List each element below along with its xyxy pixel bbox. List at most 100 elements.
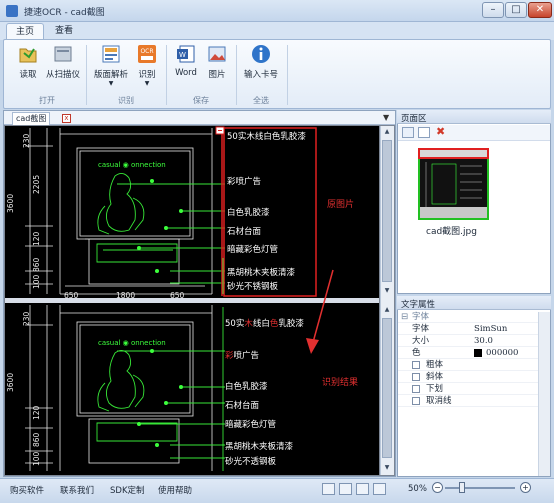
document-tab-close-icon[interactable]: x (62, 114, 71, 123)
properties-title: 文字属性 (401, 300, 436, 310)
bold-checkbox[interactable] (412, 361, 420, 369)
zoom-level: 50% (408, 484, 427, 494)
image-label: 图片 (208, 70, 226, 80)
strikethrough-row[interactable]: 取消线 (398, 395, 550, 407)
view-original-icon[interactable] (356, 483, 369, 495)
group-label-recognize: 识别 (118, 96, 134, 105)
bold-row[interactable]: 粗体 (398, 359, 550, 371)
result-text: 暗藏彩色灯管 (225, 420, 277, 430)
recognize-label: 识别 (138, 70, 156, 80)
enter-key-button[interactable]: 输入卡号 (240, 43, 282, 87)
collapse-icon[interactable]: ⊟ (401, 311, 408, 323)
result-label: 识别结果 (322, 378, 359, 388)
sdk-custom-link[interactable]: SDK定制 (110, 484, 145, 496)
font-value[interactable]: SimSun (474, 323, 507, 335)
read-button[interactable]: 读取 (12, 43, 44, 87)
properties-section[interactable]: ⊟ 字体 (398, 311, 550, 323)
tab-view[interactable]: 查看 (46, 23, 82, 40)
view-split-icon[interactable] (339, 483, 352, 495)
zoom-slider[interactable] (445, 487, 515, 489)
maximize-button[interactable]: □ (505, 2, 527, 18)
layout-analysis-button[interactable]: 版面解析 ▼ (92, 43, 130, 87)
result-text-part: 线白 (252, 319, 270, 329)
properties-scrollbar[interactable] (538, 312, 550, 476)
layout-label: 版面解析 (93, 70, 128, 80)
leader-dot (164, 401, 168, 405)
leader-dot (164, 226, 168, 230)
property-row[interactable]: 色 000000 ▼ (398, 347, 550, 359)
tab-home[interactable]: 主页 (6, 23, 45, 40)
underline-row[interactable]: 下划 (398, 383, 550, 395)
scroll-down-icon[interactable]: ▼ (382, 464, 392, 473)
scroll-down-icon[interactable]: ▼ (382, 287, 392, 296)
underline-label: 下划 (426, 384, 444, 394)
result-text: 彩喷广告 (225, 351, 260, 361)
cad-sign-text: casual ◉ onnection (98, 339, 166, 347)
dimension-label: 3600 (6, 372, 15, 392)
save-image-button[interactable]: 图片 (204, 43, 230, 87)
window-title: 捷速OCR - cad截图 (24, 8, 105, 18)
cad-text: 50实木线白色乳胶漆 (227, 132, 306, 142)
document-dropdown-icon[interactable]: ▼ (383, 113, 389, 122)
page-caption: cad截图.jpg (426, 227, 477, 237)
scroll-up-icon[interactable]: ▲ (382, 128, 392, 137)
color-swatch[interactable] (474, 349, 482, 357)
property-row[interactable]: 字体 SimSun (398, 323, 550, 335)
group-label-full: 全选 (253, 96, 269, 105)
layout-icon (102, 45, 120, 63)
buy-software-link[interactable]: 购买软件 (10, 484, 44, 496)
cad-text: 暗藏彩色灯管 (227, 245, 279, 255)
property-key: 色 (412, 348, 421, 358)
strikethrough-checkbox[interactable] (412, 397, 420, 405)
zoom-slider-thumb[interactable] (459, 482, 465, 493)
ribbon-tab-strip (0, 22, 554, 40)
scroll-thumb-bottom[interactable] (382, 318, 392, 458)
help-link[interactable]: 使用帮助 (158, 484, 192, 496)
color-value[interactable]: 000000 (486, 347, 518, 359)
cad-sign-text: casual ◉ onnection (98, 161, 166, 169)
underline-checkbox[interactable] (412, 385, 420, 393)
delete-page-icon[interactable]: ✖ (436, 125, 445, 138)
result-text-part: 50实 (225, 319, 245, 329)
view-single-icon[interactable] (322, 483, 335, 495)
zoom-out-icon[interactable]: − (432, 482, 443, 493)
dimension-label: 100 (32, 274, 41, 289)
italic-row[interactable]: 斜体 (398, 371, 550, 383)
add-page-icon[interactable] (402, 127, 414, 138)
scroll-thumb-top[interactable] (382, 140, 392, 282)
page-panel-title: 页面区 (401, 114, 427, 124)
leader-dot (179, 385, 183, 389)
dimension-label: 230 (22, 133, 31, 148)
size-value[interactable]: 30.0 (474, 335, 493, 347)
contact-us-link[interactable]: 联系我们 (60, 484, 94, 496)
word-label: Word (175, 68, 197, 78)
dimension-label: 2205 (32, 174, 41, 194)
result-text: 石材台面 (225, 401, 260, 411)
scan-button[interactable]: 从扫描仪 (44, 43, 82, 87)
save-word-button[interactable]: W Word (172, 43, 200, 87)
property-row[interactable]: 大小 30.0 (398, 335, 550, 347)
leader-dot (150, 349, 154, 353)
read-label: 读取 (19, 70, 37, 80)
svg-text:W: W (179, 51, 186, 59)
group-separator (236, 45, 237, 105)
dimension-label: 860 (32, 257, 41, 272)
word-icon: W (177, 45, 195, 63)
property-key: 大小 (412, 336, 430, 346)
close-button[interactable]: ✕ (528, 2, 552, 18)
view-result-icon[interactable] (373, 483, 386, 495)
minimize-button[interactable]: – (482, 2, 504, 18)
enter-key-label: 输入卡号 (243, 70, 278, 80)
recognize-button[interactable]: OCR 识别 ▼ (134, 43, 160, 87)
blank-page-icon[interactable] (418, 127, 430, 138)
document-tab[interactable]: cad截图 (12, 112, 51, 125)
zoom-in-icon[interactable]: + (520, 482, 531, 493)
result-text: 黑胡桃木夹板清漆 (225, 442, 294, 452)
leader-dot (150, 179, 154, 183)
scroll-up-icon[interactable]: ▲ (382, 306, 392, 315)
leader-dot (155, 443, 159, 447)
result-text: 白色乳胶漆 (225, 382, 268, 392)
bold-label: 粗体 (426, 360, 444, 370)
original-image-label: 原图片 (327, 200, 355, 210)
italic-checkbox[interactable] (412, 373, 420, 381)
